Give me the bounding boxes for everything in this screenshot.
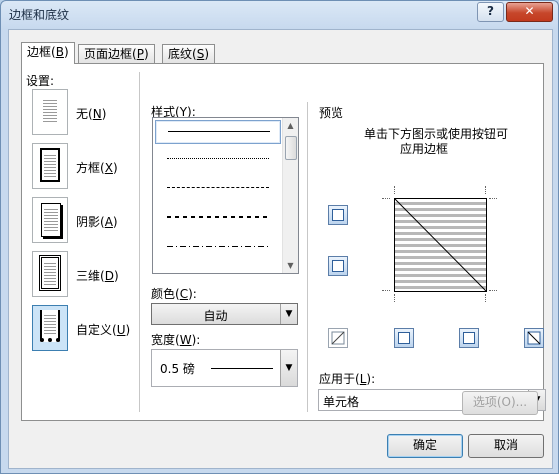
color-value: 自动 <box>203 309 228 323</box>
page-icon <box>41 203 61 237</box>
chevron-down-icon[interactable]: ▼ <box>280 350 297 386</box>
tab-accel: S <box>196 47 205 61</box>
width-label: 宽度(W): <box>151 333 201 347</box>
preview-corner-tick <box>382 198 390 199</box>
style-item-dash[interactable] <box>155 206 279 228</box>
border-shading-dialog: 边框和底纹 ? ✕ 边框(B) 页面边框(P) 底纹(S) 设置: 无(N) 方… <box>0 0 559 474</box>
setting-custom-icon[interactable] <box>32 305 68 351</box>
diagonal-up-border-button[interactable] <box>328 328 348 348</box>
color-select[interactable]: 自动 ▼ <box>151 303 298 325</box>
page-icon <box>40 310 60 342</box>
page-icon <box>40 148 60 182</box>
setting-box-icon[interactable] <box>32 143 68 189</box>
tab-accel: B <box>55 45 64 59</box>
preview-hint-line2: 应用边框 <box>400 142 449 156</box>
setting-box-label[interactable]: 方框(X) <box>76 159 118 176</box>
style-item-fine-dash[interactable] <box>155 177 279 199</box>
inside-horizontal-border-button[interactable] <box>328 256 348 276</box>
close-button[interactable]: ✕ <box>506 2 553 22</box>
preview-corner-tick <box>485 294 486 302</box>
apply-to-label: 应用于(L): <box>319 372 376 386</box>
preview-corner-tick <box>489 198 497 199</box>
cancel-button[interactable]: 取消 <box>468 434 544 458</box>
style-item-dotted[interactable] <box>155 148 279 170</box>
width-sample-line <box>211 368 273 369</box>
left-border-button[interactable] <box>394 328 414 348</box>
top-border-button[interactable] <box>328 205 348 225</box>
preview-corner-tick <box>394 294 395 302</box>
options-button[interactable]: 选项(O)... <box>462 391 538 415</box>
diagonal-down-border-button[interactable] <box>524 328 544 348</box>
divider <box>307 102 308 412</box>
scroll-down-icon[interactable]: ▼ <box>283 258 298 273</box>
setting-none-label[interactable]: 无(N) <box>76 105 106 122</box>
tab-borders[interactable]: 边框(B) <box>21 42 75 64</box>
style-list[interactable]: ▲ ▼ <box>152 117 299 274</box>
dialog-body: 边框(B) 页面边框(P) 底纹(S) 设置: 无(N) 方框(X) 阴影(A)… <box>8 29 553 469</box>
preview-corner-tick <box>382 290 390 291</box>
ok-button[interactable]: 确定 <box>387 434 463 458</box>
window-title: 边框和底纹 <box>9 8 70 22</box>
setting-custom-label[interactable]: 自定义(U) <box>76 321 130 338</box>
help-button[interactable]: ? <box>477 2 504 22</box>
scroll-thumb[interactable] <box>285 136 297 160</box>
setting-shadow-icon[interactable] <box>32 197 68 243</box>
border-preview[interactable] <box>394 198 487 292</box>
tab-label: 边框 <box>27 45 52 59</box>
page-icon <box>39 255 61 291</box>
inside-vertical-border-button[interactable] <box>459 328 479 348</box>
preview-corner-tick <box>394 186 395 194</box>
style-list-scrollbar[interactable]: ▲ ▼ <box>282 118 298 273</box>
style-item-dash-dot[interactable] <box>155 236 279 258</box>
setting-none-icon[interactable] <box>32 89 68 135</box>
style-item-solid[interactable] <box>155 120 281 144</box>
tab-label: 底纹 <box>168 47 193 61</box>
title-bar[interactable]: 边框和底纹 ? ✕ <box>1 1 558 27</box>
preview-heading: 预览 <box>319 106 344 120</box>
tab-accel: P <box>136 47 144 61</box>
divider <box>139 72 140 412</box>
page-icon <box>41 95 59 127</box>
tab-page-border[interactable]: 页面边框(P) <box>78 44 155 63</box>
width-select[interactable]: 0.5 磅 ▼ <box>151 349 298 387</box>
color-label: 颜色(C): <box>151 287 197 301</box>
preview-corner-tick <box>485 186 486 194</box>
borders-panel: 设置: 无(N) 方框(X) 阴影(A) 三维(D) 自定义(U) 样式(Y):… <box>21 63 546 421</box>
settings-heading: 设置: <box>26 74 55 88</box>
tab-shading[interactable]: 底纹(S) <box>162 44 216 63</box>
chevron-down-icon[interactable]: ▼ <box>280 304 297 324</box>
setting-3d-label[interactable]: 三维(D) <box>76 267 119 284</box>
setting-3d-icon[interactable] <box>32 251 68 297</box>
preview-corner-tick <box>489 290 497 291</box>
tab-label: 页面边框 <box>84 47 133 61</box>
setting-shadow-label[interactable]: 阴影(A) <box>76 213 118 230</box>
scroll-up-icon[interactable]: ▲ <box>283 118 298 133</box>
